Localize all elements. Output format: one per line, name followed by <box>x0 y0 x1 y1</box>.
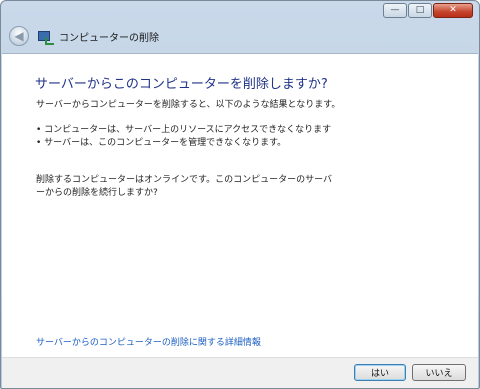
consequence-list: • コンピューターは、サーバー上のリソースにアクセスできなくなります • サーバ… <box>36 124 331 150</box>
more-info-link[interactable]: サーバーからのコンピューターの削除に関する詳細情報 <box>36 335 261 348</box>
nav-bar: ◀ コンピューターの削除 <box>1 23 479 49</box>
maximize-button[interactable]: □ <box>408 3 432 18</box>
yes-button[interactable]: はい <box>354 364 406 381</box>
intro-text: サーバーからコンピューターを削除すると、以下のような結果となります。 <box>36 100 341 110</box>
status-text: 削除するコンピューターはオンラインです。このコンピューターのサーバ ーからの削除… <box>36 174 366 200</box>
close-button[interactable]: ✕ <box>433 3 473 18</box>
status-line: ーからの削除を続行しますか? <box>36 188 158 198</box>
title-bar: — □ ✕ <box>1 1 479 23</box>
page-title: コンピューターの削除 <box>59 32 159 44</box>
caption-buttons: — □ ✕ <box>383 3 473 18</box>
minimize-button[interactable]: — <box>383 3 407 18</box>
status-line: 削除するコンピューターはオンラインです。このコンピューターのサーバ <box>36 175 333 185</box>
back-button[interactable]: ◀ <box>9 26 29 46</box>
content-area: サーバーからこのコンピューターを削除しますか? サーバーからコンピューターを削除… <box>2 53 478 358</box>
main-heading: サーバーからこのコンピューターを削除しますか? <box>35 77 328 92</box>
list-item: • サーバーは、このコンピューターを管理できなくなります。 <box>36 138 287 148</box>
dialog-window: — □ ✕ ◀ コンピューターの削除 サーバーからこのコンピューターを削除します… <box>0 0 480 389</box>
back-arrow-icon: ◀ <box>14 29 24 43</box>
button-bar: はい いいえ <box>2 357 478 388</box>
network-computer-icon <box>37 28 54 45</box>
list-item: • コンピューターは、サーバー上のリソースにアクセスできなくなります <box>36 125 332 135</box>
no-button[interactable]: いいえ <box>412 364 466 381</box>
